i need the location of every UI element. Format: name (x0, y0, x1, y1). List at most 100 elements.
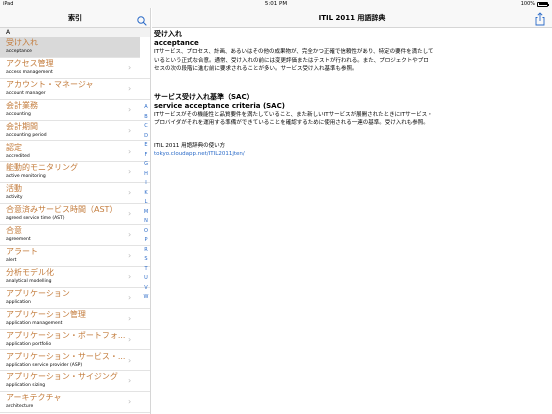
list-item-subtitle: application portfolio (6, 341, 52, 347)
list-item[interactable]: 認定 accredited › (0, 142, 150, 163)
list-item-title: 合意 (6, 226, 22, 236)
index-letter[interactable]: E (142, 141, 150, 151)
section-header: A (0, 28, 150, 37)
list-item-subtitle: agreed service time (AST) (6, 216, 65, 222)
list-item-title: アクセス管理 (6, 58, 54, 68)
detail-title: ITIL 2011 用語辞典 (318, 14, 386, 22)
list-item-subtitle: application (6, 299, 31, 305)
usage-label: ITIL 2011 用語辞典の使い方 (154, 142, 226, 149)
index-letter[interactable]: P (142, 236, 150, 246)
list-item-title: 合意済みサービス時間（AST） (6, 205, 118, 215)
index-letter[interactable]: R (142, 246, 150, 256)
term-description: ITサービス、プロセス、計画、あるいはその他の成果物が、完全かつ正確で信頼性があ… (154, 49, 434, 72)
list-item-subtitle: agreement (6, 237, 31, 243)
list-item[interactable]: アプリケーション・ポートフォ... application portfolio … (0, 330, 150, 351)
list-item-title: 活動 (6, 184, 22, 194)
list-item-title: アーキテクチャ (6, 393, 62, 403)
list-item[interactable]: アクセス管理 access management › (0, 58, 150, 79)
list-item-title: アプリケーション管理 (6, 309, 86, 319)
index-letter[interactable]: I (142, 179, 150, 189)
index-letter[interactable]: S (142, 255, 150, 265)
related-term-english: service acceptance criteria (SAC) (154, 101, 285, 110)
index-letter[interactable]: B (142, 113, 150, 123)
list-item-subtitle: alert (6, 258, 17, 263)
search-icon (137, 16, 147, 26)
search-button[interactable] (136, 12, 148, 26)
chevron-right-icon: › (128, 251, 132, 260)
list-item-title: アプリケーション (6, 288, 70, 298)
chevron-right-icon: › (128, 376, 132, 386)
usage-link[interactable]: tokyo.cloudapp.net/ITIL2011jten/ (154, 150, 434, 158)
index-letter[interactable]: T (142, 265, 150, 275)
index-letter[interactable]: O (142, 227, 150, 237)
index-letter[interactable]: W (142, 293, 150, 303)
index-letter[interactable]: H (142, 170, 150, 180)
chevron-right-icon: › (128, 167, 132, 177)
share-icon (535, 12, 545, 26)
list-item[interactable]: アプリケーション application › (0, 288, 150, 309)
list-item[interactable]: 会計期間 accounting period › (0, 121, 150, 142)
index-letter[interactable]: G (142, 160, 150, 170)
chevron-right-icon: › (128, 146, 132, 156)
list-item-subtitle: application management (6, 320, 63, 326)
chevron-right-icon: › (128, 334, 132, 344)
list-item[interactable]: アプリケーション・サービス・... application service pr… (0, 351, 150, 372)
list-item-title: アラート (6, 247, 38, 256)
list-item-title: 分析モデル化 (6, 267, 54, 277)
list-item[interactable]: アプリケーション・サイジング application sizing › (0, 371, 150, 393)
status-bar: iPad 5:01 PM 100% (0, 0, 552, 8)
battery-status: 100% (520, 1, 549, 7)
list-item[interactable]: 活動 activity › (0, 183, 150, 205)
detail-content: 受け入れ acceptance ITサービス、プロセス、計画、あるいはその他の成… (154, 29, 434, 158)
detail-header: ITIL 2011 用語辞典 (152, 8, 552, 28)
chevron-right-icon: › (128, 83, 132, 93)
chevron-right-icon: › (128, 355, 132, 365)
sidebar-title: 索引 (68, 14, 82, 22)
index-letter[interactable]: M (142, 208, 150, 218)
list-item[interactable]: アラート alert › (0, 246, 150, 267)
list-item[interactable]: 能動的モニタリング active monitoring › (0, 162, 150, 184)
related-term-japanese: サービス受け入れ基準（SAC） (154, 92, 254, 101)
index-letter[interactable]: A (142, 103, 150, 113)
chevron-right-icon: › (128, 62, 132, 72)
list-item-subtitle: account manager (6, 90, 46, 96)
index-letter[interactable]: C (142, 122, 150, 132)
list-item-subtitle: activity (6, 195, 23, 201)
index-letter[interactable]: U (142, 274, 150, 284)
index-letter[interactable]: V (142, 284, 150, 294)
list-item-title: 認定 (6, 142, 22, 152)
list-item-subtitle: analytical modelling (6, 278, 52, 284)
list-item-title: アカウント・マネージャ (6, 79, 94, 89)
list-item[interactable]: 分析モデル化 analytical modelling › (0, 267, 150, 288)
list-item[interactable]: 合意 agreement › (0, 225, 150, 246)
index-letter[interactable]: F (142, 151, 150, 161)
list-item-title: アプリケーション・サイジング (6, 372, 118, 382)
list-item-subtitle: access management (6, 69, 53, 75)
list-item[interactable]: アカウント・マネージャ account manager › (0, 79, 150, 100)
list-item-subtitle: architecture (6, 404, 34, 410)
list-item[interactable]: アーキテクチャ architecture › (0, 392, 150, 414)
chevron-right-icon: › (128, 397, 132, 407)
index-letter[interactable]: N (142, 217, 150, 227)
index-letter[interactable]: D (142, 132, 150, 142)
list-item-title: 能動的モニタリング (6, 163, 78, 173)
list-item-subtitle: accounting period (6, 132, 47, 138)
chevron-right-icon: › (128, 125, 132, 135)
list-item-title: アプリケーション・ポートフォ... (6, 330, 126, 340)
chevron-right-icon: › (128, 188, 132, 198)
chevron-right-icon: › (128, 230, 132, 240)
list-item-subtitle: active monitoring (6, 174, 46, 180)
list-item-subtitle: acceptance (6, 49, 32, 54)
share-button[interactable] (534, 11, 546, 26)
term-english: acceptance (154, 39, 199, 47)
section-index[interactable]: A B C D E F G H I K L M N O P R S T U V … (142, 103, 150, 303)
index-letter[interactable]: K (142, 189, 150, 199)
list-item[interactable]: 受け入れ acceptance (0, 37, 140, 58)
index-letter[interactable]: L (142, 198, 150, 208)
list-item-subtitle: application service provider (ASP) (6, 362, 83, 368)
list-item[interactable]: アプリケーション管理 application management › (0, 309, 150, 330)
battery-percent: 100% (520, 1, 535, 7)
list-item[interactable]: 会計業務 accounting › (0, 100, 150, 121)
chevron-right-icon: › (128, 292, 132, 302)
list-item[interactable]: 合意済みサービス時間（AST） agreed service time (AST… (0, 204, 150, 226)
